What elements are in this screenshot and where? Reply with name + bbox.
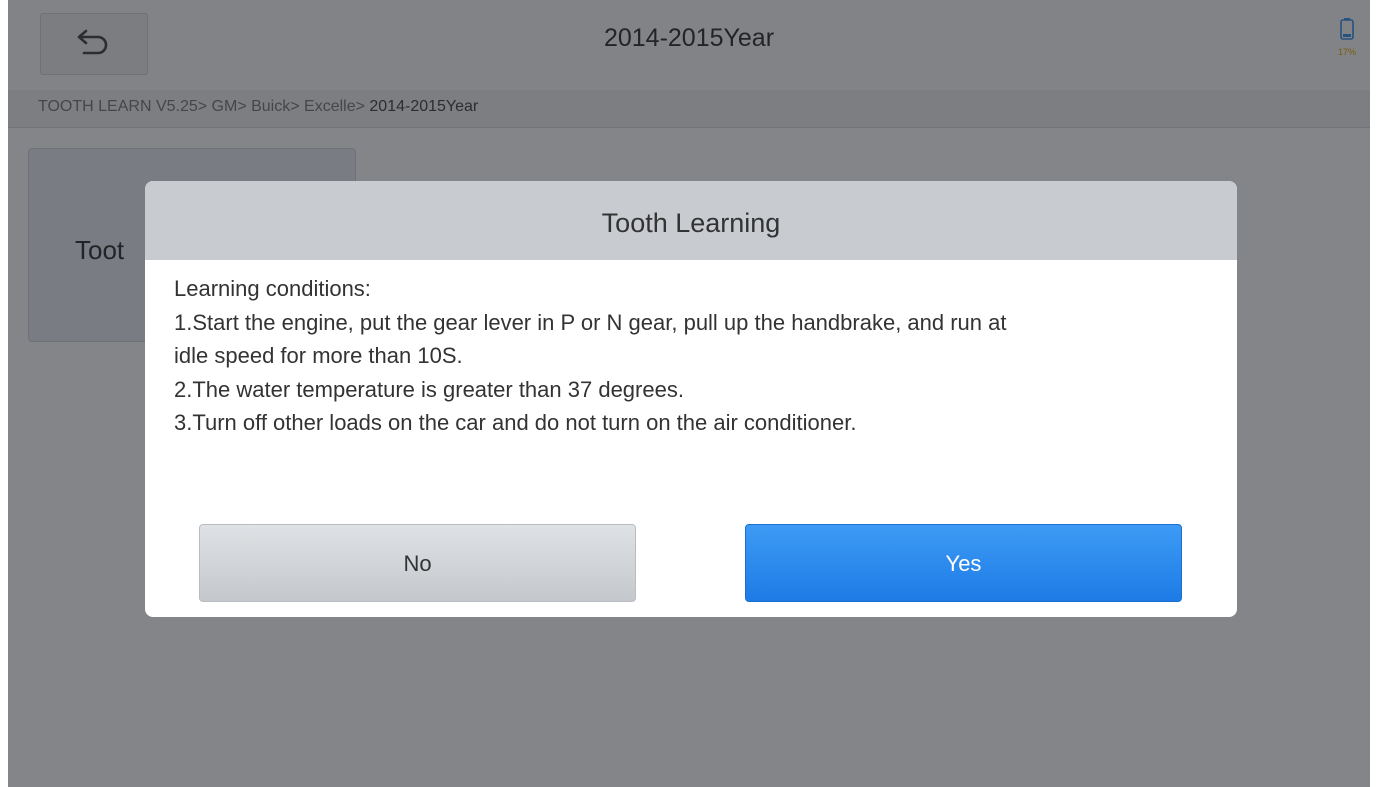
dialog-title: Tooth Learning bbox=[145, 181, 1237, 260]
dialog-message: Learning conditions: 1.Start the engine,… bbox=[145, 260, 1237, 440]
tooth-learning-dialog: Tooth Learning Learning conditions: 1.St… bbox=[145, 181, 1237, 617]
app-screen: 2014-2015Year 17% TOOTH LEARN V5.25> GM>… bbox=[8, 0, 1370, 787]
message-line: idle speed for more than 10S. bbox=[174, 343, 463, 368]
message-line: Learning conditions: bbox=[174, 276, 371, 301]
message-line: 3.Turn off other loads on the car and do… bbox=[174, 410, 857, 435]
yes-button[interactable]: Yes bbox=[745, 524, 1182, 602]
no-button[interactable]: No bbox=[199, 524, 636, 602]
message-line: 1.Start the engine, put the gear lever i… bbox=[174, 309, 1007, 335]
message-line: 2.The water temperature is greater than … bbox=[174, 376, 684, 402]
